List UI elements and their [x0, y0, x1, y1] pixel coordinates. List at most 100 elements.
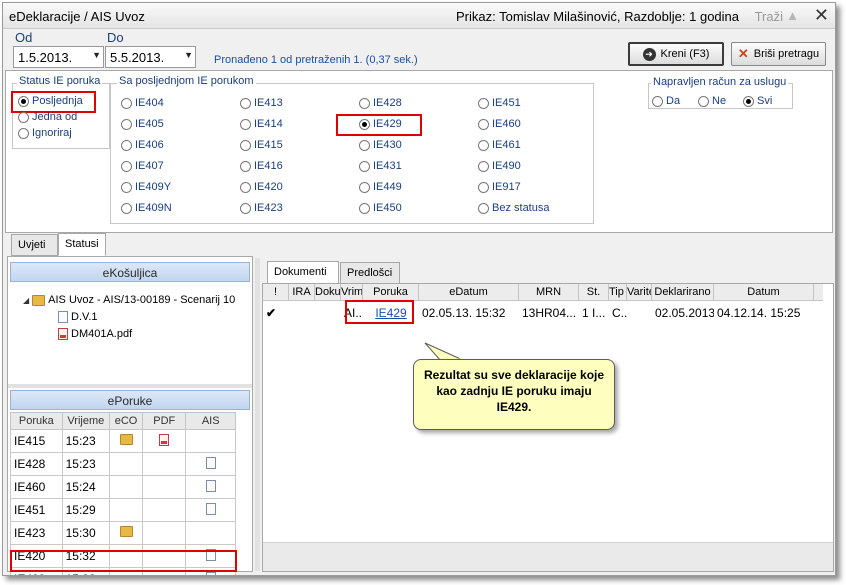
od-date-select[interactable]: 1.5.2013. ▼: [13, 46, 104, 68]
radio-ie461[interactable]: IE461: [478, 139, 521, 151]
radio-button[interactable]: [478, 139, 489, 151]
vertical-splitter[interactable]: [255, 258, 260, 571]
grid-col-header[interactable]: Datum: [714, 284, 814, 300]
radio-button[interactable]: [240, 160, 251, 172]
radio-button[interactable]: [359, 97, 370, 109]
radio-button[interactable]: [240, 202, 251, 214]
document-icon[interactable]: [205, 479, 216, 492]
radio-button[interactable]: [359, 202, 370, 214]
col-ais[interactable]: AIS: [185, 412, 236, 430]
ie429-link[interactable]: IE429: [375, 306, 406, 320]
radio-ie409n[interactable]: IE409N: [121, 202, 172, 214]
table-row[interactable]: IE423 15:30: [10, 521, 236, 545]
grid-cell[interactable]: IE429: [363, 303, 419, 323]
radio-button[interactable]: [359, 181, 370, 193]
radio-button[interactable]: [18, 127, 29, 139]
grid-col-header[interactable]: eDatum: [419, 284, 519, 300]
radio-ie429[interactable]: IE429: [359, 118, 402, 130]
radio-button[interactable]: [743, 95, 754, 107]
radio-ie490[interactable]: IE490: [478, 160, 521, 172]
tab-statusi[interactable]: Statusi: [58, 233, 106, 256]
triangle-up-icon[interactable]: ▲: [786, 8, 799, 23]
panel-splitter[interactable]: [8, 384, 252, 388]
radio-button[interactable]: [121, 118, 132, 130]
cell-ais[interactable]: [185, 498, 236, 522]
radio-invoice-svi[interactable]: Svi: [743, 95, 772, 107]
radio-ie450[interactable]: IE450: [359, 202, 402, 214]
table-row[interactable]: IE451 15:29: [10, 498, 236, 522]
radio-ie449[interactable]: IE449: [359, 181, 402, 193]
radio-button[interactable]: [478, 160, 489, 172]
radio-ie405[interactable]: IE405: [121, 118, 164, 130]
tab-uvjeti[interactable]: Uvjeti: [11, 234, 58, 256]
radio-invoice-da[interactable]: Da: [652, 95, 680, 107]
radio-button[interactable]: [478, 202, 489, 214]
grid-col-header[interactable]: MRN: [519, 284, 579, 300]
radio-button[interactable]: [121, 202, 132, 214]
radio-ie406[interactable]: IE406: [121, 139, 164, 151]
radio-button[interactable]: [121, 97, 132, 109]
table-row[interactable]: IE428 15:23: [10, 452, 236, 476]
radio-status-ignoriraj[interactable]: Ignoriraj: [18, 127, 72, 139]
radio-ie420[interactable]: IE420: [240, 181, 283, 193]
cell-pdf[interactable]: [142, 429, 187, 453]
radio-ie431[interactable]: IE431: [359, 160, 402, 172]
radio-button[interactable]: [18, 95, 29, 107]
table-row[interactable]: IE420 15:32: [10, 544, 236, 568]
grid-col-header[interactable]: Deklarirano: [652, 284, 714, 300]
radio-button[interactable]: [478, 181, 489, 193]
radio-ie415[interactable]: IE415: [240, 139, 283, 151]
cell-ais[interactable]: [185, 544, 236, 568]
close-icon[interactable]: ✕: [814, 5, 829, 26]
tab-predlosci[interactable]: Predlošci: [340, 262, 400, 284]
col-poruka[interactable]: Poruka: [10, 412, 63, 430]
folder-icon[interactable]: [119, 526, 133, 537]
radio-button[interactable]: [359, 118, 370, 130]
radio-button[interactable]: [240, 181, 251, 193]
radio-button[interactable]: [18, 111, 29, 123]
search-label[interactable]: Traži: [755, 9, 783, 24]
grid-col-header[interactable]: IRA: [289, 284, 315, 300]
table-row[interactable]: ✔ AI... IE429 02.05.13. 15:32 13HR04... 1 I..…: [263, 303, 823, 323]
collapse-icon[interactable]: ◢: [23, 296, 29, 305]
chevron-down-icon[interactable]: ▼: [184, 50, 193, 60]
radio-button[interactable]: [121, 160, 132, 172]
cell-ais[interactable]: [185, 567, 236, 575]
radio-button[interactable]: [121, 181, 132, 193]
tree-child[interactable]: DM401A.pdf: [58, 328, 132, 340]
radio-ie917[interactable]: IE917: [478, 181, 521, 193]
grid-col-header[interactable]: Poruka: [363, 284, 419, 300]
grid-col-header[interactable]: Varite: [627, 284, 652, 300]
radio-button[interactable]: [698, 95, 709, 107]
col-eco[interactable]: eCO: [109, 412, 144, 430]
radio-bez-statusa[interactable]: Bez statusa: [478, 202, 549, 214]
radio-ie451[interactable]: IE451: [478, 97, 521, 109]
radio-status-jedna-od[interactable]: Jedna od: [18, 111, 77, 123]
cell-eco[interactable]: [109, 429, 144, 453]
grid-col-header[interactable]: St.: [579, 284, 609, 300]
cell-ais[interactable]: [185, 475, 236, 499]
col-vrijeme[interactable]: Vrijeme: [61, 412, 111, 430]
grid-col-header[interactable]: Dokumen: [315, 284, 341, 300]
radio-button[interactable]: [240, 118, 251, 130]
grid-col-header[interactable]: Vrimer: [341, 284, 363, 300]
document-icon[interactable]: [205, 456, 216, 469]
tree-root[interactable]: ◢ AIS Uvoz - AIS/13-00189 - Scenarij 10: [23, 294, 235, 306]
table-row[interactable]: IE42915:32: [10, 567, 236, 575]
folder-icon[interactable]: [119, 434, 133, 445]
radio-button[interactable]: [652, 95, 663, 107]
document-icon[interactable]: [205, 571, 216, 575]
radio-ie423[interactable]: IE423: [240, 202, 283, 214]
table-row[interactable]: IE415 15:23: [10, 429, 236, 453]
radio-invoice-ne[interactable]: Ne: [698, 95, 726, 107]
radio-ie416[interactable]: IE416: [240, 160, 283, 172]
radio-button[interactable]: [121, 139, 132, 151]
radio-button[interactable]: [478, 118, 489, 130]
cell-ais[interactable]: [185, 452, 236, 476]
tab-dokumenti[interactable]: Dokumenti: [267, 261, 339, 284]
radio-ie460[interactable]: IE460: [478, 118, 521, 130]
grid-col-header[interactable]: Tip D: [609, 284, 627, 300]
pdf-icon[interactable]: [159, 433, 170, 446]
radio-button[interactable]: [240, 97, 251, 109]
radio-ie407[interactable]: IE407: [121, 160, 164, 172]
